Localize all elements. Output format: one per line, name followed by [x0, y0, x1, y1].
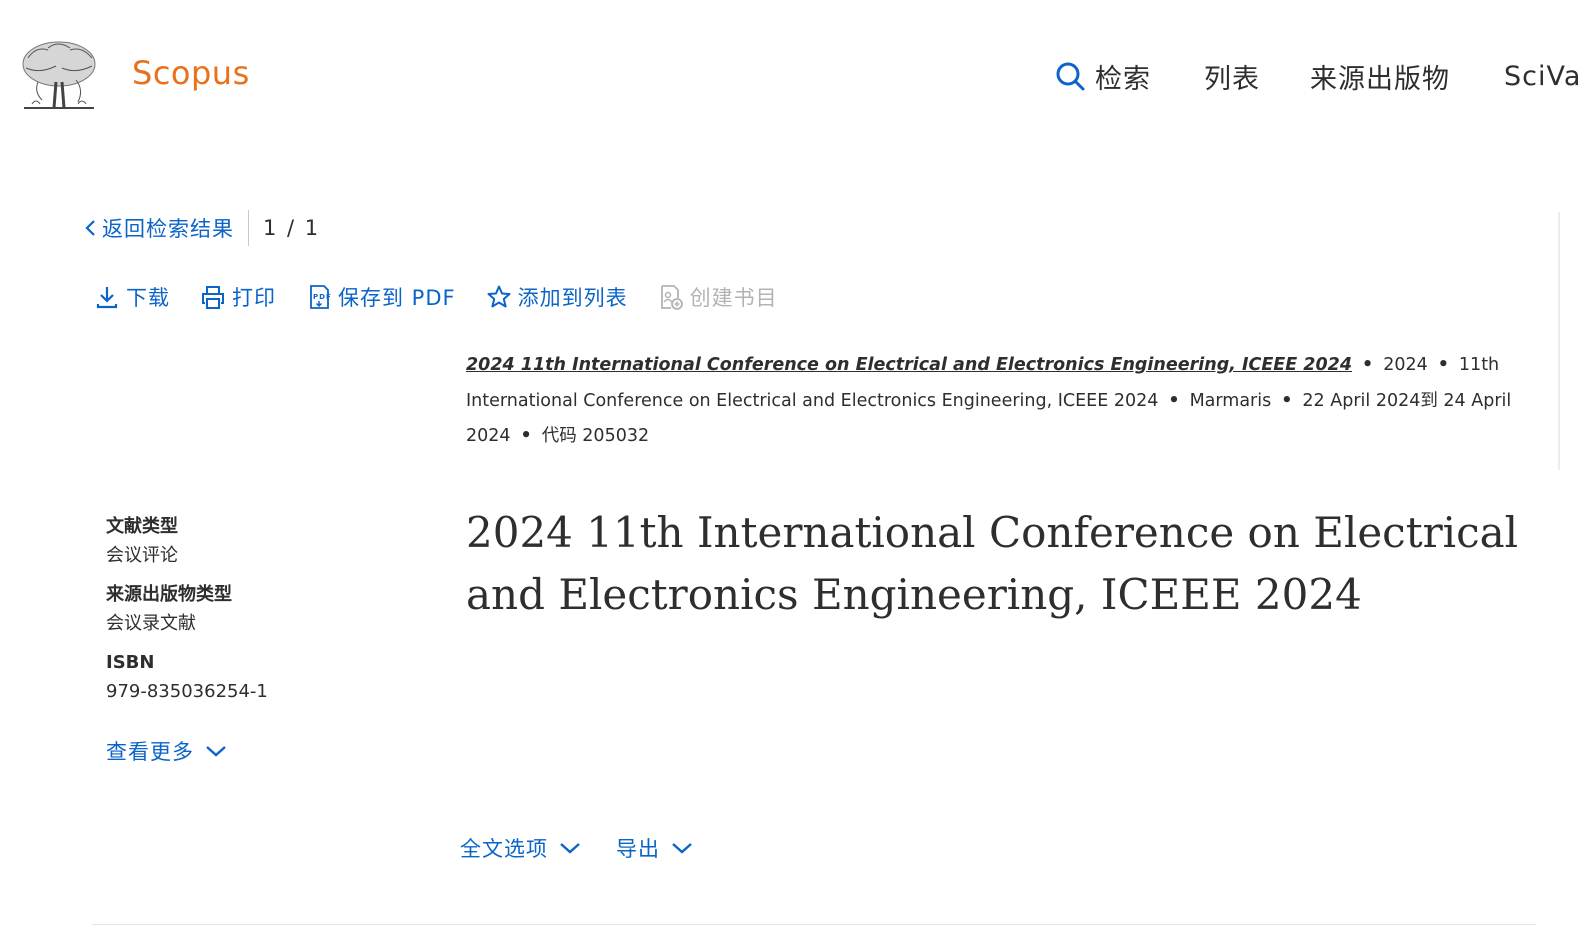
full-text-label: 全文选项: [460, 837, 548, 861]
nav-search[interactable]: 检索: [1055, 56, 1151, 96]
export-label: 导出: [616, 837, 660, 861]
document-title: 2024 11th International Conference on El…: [466, 508, 1519, 619]
chevron-down-icon: [206, 746, 226, 757]
print-icon: [202, 286, 224, 309]
full-text-options-button[interactable]: 全文选项: [460, 833, 582, 863]
nav-search-label: 检索: [1095, 63, 1151, 95]
document-toolbar: 下载 打印 PDF 保存到 PDF 添加到列表 创建书目: [94, 278, 808, 316]
see-more-button[interactable]: 查看更多: [106, 736, 228, 766]
save-pdf-button[interactable]: PDF 保存到 PDF: [306, 282, 456, 312]
scrollbar[interactable]: [1558, 212, 1560, 470]
section-divider: [92, 924, 1536, 925]
source-type-value: 会议录文献: [106, 613, 196, 634]
export-button[interactable]: 导出: [616, 833, 694, 863]
chevron-down-icon: [672, 843, 692, 854]
nav-scival[interactable]: SciVa: [1504, 56, 1581, 96]
isbn-label: ISBN: [106, 652, 155, 673]
back-to-results-link[interactable]: 返回检索结果: [84, 213, 234, 243]
chevron-left-icon: [85, 220, 95, 236]
create-bib-label: 创建书目: [689, 286, 778, 310]
search-icon: [1056, 62, 1085, 91]
scopus-brand[interactable]: Scopus: [132, 54, 250, 92]
pdf-icon: PDF: [310, 285, 332, 309]
source-code: 代码 205032: [541, 426, 650, 446]
create-bibliography-button[interactable]: 创建书目: [658, 282, 778, 312]
add-to-list-button[interactable]: 添加到列表: [486, 282, 628, 312]
bibliography-icon: [660, 285, 683, 310]
elsevier-tree-logo[interactable]: [18, 38, 100, 114]
source-title-link[interactable]: 2024 11th International Conference on El…: [466, 355, 1352, 375]
source-year: 2024: [1383, 355, 1428, 375]
save-pdf-label: 保存到 PDF: [338, 286, 456, 310]
print-label: 打印: [232, 286, 276, 310]
download-label: 下载: [126, 286, 170, 310]
isbn-value: 979-835036254-1: [106, 681, 268, 702]
nav-lists[interactable]: 列表: [1204, 56, 1260, 96]
download-button[interactable]: 下载: [94, 282, 170, 312]
print-button[interactable]: 打印: [200, 282, 276, 312]
source-location: Marmaris: [1189, 390, 1272, 411]
source-type-label: 来源出版物类型: [106, 584, 232, 605]
back-label: 返回检索结果: [102, 217, 234, 241]
add-list-label: 添加到列表: [517, 286, 628, 310]
site-header: Scopus 检索 列表 来源出版物 SciVa: [0, 0, 1592, 150]
result-pager: 1 / 1: [263, 216, 321, 240]
see-more-label: 查看更多: [106, 740, 194, 764]
source-info: 2024 11th International Conference on El…: [466, 355, 1512, 446]
back-row: 返回检索结果 1 / 1: [84, 210, 320, 246]
download-icon: [96, 287, 118, 309]
divider: [248, 210, 249, 246]
doc-type-value: 会议评论: [106, 545, 178, 566]
svg-text:PDF: PDF: [313, 293, 332, 301]
document-actions: 全文选项 导出: [460, 830, 728, 866]
star-icon: [487, 285, 511, 308]
nav-sources[interactable]: 来源出版物: [1310, 56, 1450, 96]
doc-type-label: 文献类型: [106, 516, 178, 537]
chevron-down-icon: [560, 843, 580, 854]
document-meta: 文献类型 会议评论 来源出版物类型 会议录文献 ISBN 979-8350362…: [106, 514, 406, 718]
